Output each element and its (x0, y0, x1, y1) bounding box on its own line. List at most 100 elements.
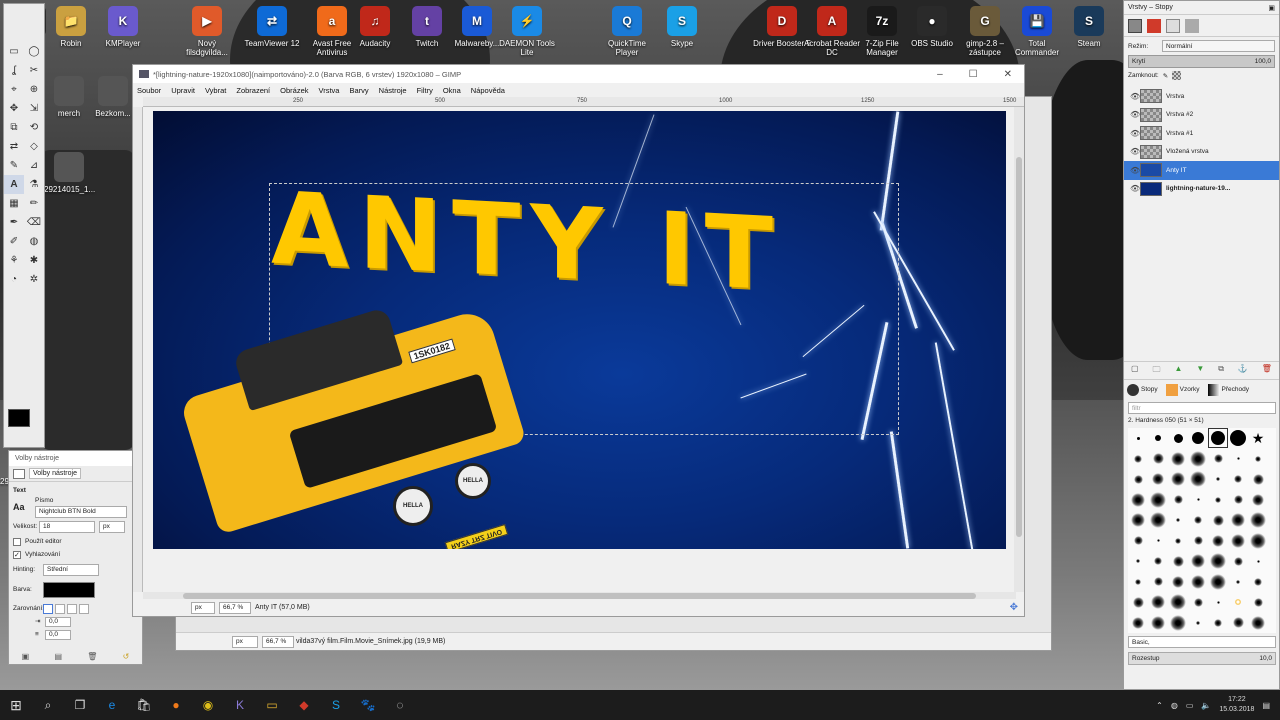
back-zoom-select[interactable]: 66,7 % (262, 635, 294, 648)
edge-icon[interactable]: e (96, 690, 128, 720)
eye-icon[interactable]: 👁 (1130, 92, 1140, 101)
brush-swatch[interactable] (1168, 551, 1188, 571)
layer-row[interactable]: 👁 Vložená vrstva (1124, 143, 1279, 162)
anchor-layer-icon[interactable]: ⚓ (1238, 364, 1248, 378)
foreground-color-swatch[interactable] (8, 409, 30, 427)
vertical-scrollbar[interactable] (1014, 107, 1024, 592)
justify-center-button[interactable] (67, 604, 77, 614)
dock-close-icon[interactable]: ▣ (1268, 4, 1275, 12)
brush-swatch[interactable] (1228, 592, 1248, 612)
brush-swatch[interactable] (1188, 510, 1208, 530)
brush-swatch[interactable] (1228, 469, 1248, 489)
menu-item[interactable]: Nástroje (379, 86, 407, 95)
tool-button[interactable]: ◍ (24, 232, 44, 251)
mode-select[interactable]: Normální (1162, 40, 1275, 52)
brush-swatch[interactable] (1148, 572, 1168, 592)
brush-swatch[interactable] (1208, 551, 1228, 571)
undo-tab-icon[interactable] (1185, 18, 1199, 33)
tab-brushes[interactable]: Stopy (1141, 386, 1158, 393)
layer-row[interactable]: 👁 Vrstva #1 (1124, 124, 1279, 143)
tab-gradients[interactable]: Přechody (1222, 386, 1249, 393)
duplicate-layer-icon[interactable]: ⧉ (1218, 364, 1224, 378)
brush-swatch[interactable] (1128, 551, 1148, 571)
brush-swatch[interactable] (1248, 592, 1268, 612)
tool-button[interactable]: ✂ (24, 61, 44, 80)
desktop-icon[interactable]: S Skype (651, 2, 713, 48)
brush-swatch[interactable] (1168, 613, 1188, 633)
maximize-icon[interactable]: ☐ (969, 69, 978, 80)
menu-item[interactable]: Upravit (171, 86, 195, 95)
brush-swatch[interactable] (1168, 510, 1188, 530)
brush-swatch[interactable] (1248, 613, 1268, 633)
skype-taskbar-icon[interactable]: S (320, 690, 352, 720)
brush-swatch[interactable] (1188, 469, 1208, 489)
tool-button[interactable]: ⟲ (24, 118, 44, 137)
tool-button[interactable]: ✱ (24, 251, 44, 270)
delete-layer-icon[interactable]: 🗑 (1262, 364, 1272, 378)
gimp-taskbar-icon[interactable]: 🐾 (352, 690, 384, 720)
brush-swatch[interactable]: ★ (1248, 428, 1268, 448)
kmplayer-taskbar-icon[interactable]: K (224, 690, 256, 720)
volume-icon[interactable]: 🔈 (1201, 701, 1211, 710)
brush-swatch[interactable] (1168, 428, 1188, 448)
channels-tab-icon[interactable] (1147, 18, 1161, 33)
unit-select[interactable]: px (191, 601, 215, 614)
brush-swatch[interactable] (1228, 551, 1248, 571)
start-icon[interactable]: ⊞ (0, 690, 32, 720)
tool-options-tab[interactable]: Volby nástroje (29, 468, 81, 479)
brush-swatch[interactable] (1188, 531, 1208, 551)
brush-swatch[interactable] (1248, 572, 1268, 592)
brush-swatch[interactable] (1168, 469, 1188, 489)
tool-button[interactable]: ◯ (24, 42, 44, 61)
tool-button[interactable]: A (4, 175, 24, 194)
font-field[interactable]: Nightclub BTN Bold (35, 506, 127, 518)
brush-swatch[interactable] (1148, 613, 1168, 633)
eye-icon[interactable]: 👁 (1130, 166, 1140, 175)
brush-swatch[interactable] (1148, 449, 1168, 469)
brush-swatch[interactable] (1128, 449, 1148, 469)
eye-icon[interactable]: 👁 (1130, 110, 1140, 119)
brush-swatch[interactable] (1148, 531, 1168, 551)
tool-button[interactable]: ▦ (4, 194, 24, 213)
brush-swatch[interactable] (1228, 531, 1248, 551)
tool-button[interactable]: ◔ (4, 270, 24, 289)
brush-swatch[interactable] (1208, 510, 1228, 530)
lock-paint-icon[interactable]: ✎ (1163, 72, 1168, 80)
brush-swatch[interactable] (1148, 428, 1168, 448)
menu-item[interactable]: Soubor (137, 86, 161, 95)
opacity-slider[interactable]: Krytí 100,0 (1128, 55, 1275, 68)
brush-swatch[interactable] (1168, 572, 1188, 592)
tray-app-icon[interactable]: ◍ (1171, 701, 1178, 710)
brush-swatch[interactable] (1128, 428, 1148, 448)
brush-swatch[interactable] (1248, 531, 1268, 551)
menu-item[interactable]: Obrázek (280, 86, 308, 95)
navigate-icon[interactable]: ✥ (1010, 602, 1018, 613)
spacing-slider[interactable]: Rozestup 10,0 (1128, 652, 1276, 665)
brush-swatch[interactable] (1228, 613, 1248, 633)
lower-layer-icon[interactable]: ▼ (1196, 364, 1204, 378)
brush-swatch[interactable] (1228, 572, 1248, 592)
brush-swatch[interactable] (1128, 531, 1148, 551)
menu-item[interactable]: Vybrat (205, 86, 226, 95)
justify-fill-button[interactable] (79, 604, 89, 614)
zoom-select[interactable]: 66,7 % (219, 601, 251, 614)
image-canvas[interactable]: ANTY IT 1SK0182 HELLA HELLA RAZY TRZ TIV… (153, 111, 1006, 549)
tool-button[interactable]: ✏ (24, 194, 44, 213)
tool-button[interactable]: ◇ (24, 137, 44, 156)
tool-button[interactable]: ✲ (24, 270, 44, 289)
brush-swatch[interactable] (1148, 469, 1168, 489)
desktop-icon[interactable]: merch (44, 72, 94, 118)
tool-button[interactable]: ⌫ (24, 213, 44, 232)
brush-swatch[interactable] (1148, 510, 1168, 530)
brush-swatch[interactable] (1228, 510, 1248, 530)
brush-swatch[interactable] (1228, 490, 1248, 510)
brush-swatch[interactable] (1208, 592, 1228, 612)
brush-swatch[interactable] (1248, 469, 1268, 489)
tool-button[interactable]: ⇄ (4, 137, 24, 156)
tool-button[interactable]: ✐ (4, 232, 24, 251)
brush-filter-input[interactable]: filtr (1128, 402, 1276, 414)
task-view-icon[interactable]: ❐ (64, 690, 96, 720)
brush-swatch[interactable] (1208, 613, 1228, 633)
brush-swatch[interactable] (1188, 551, 1208, 571)
paths-tab-icon[interactable] (1166, 18, 1180, 33)
